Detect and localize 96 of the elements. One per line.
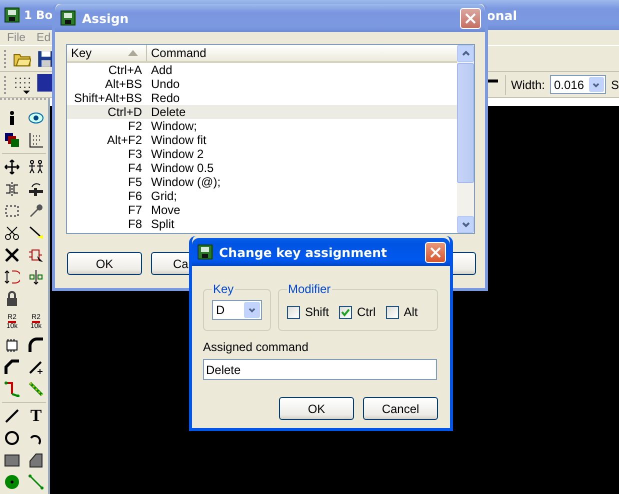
selection-icon[interactable] [4,203,20,219]
column-header[interactable]: Command [147,45,457,61]
scrollbar[interactable] [457,45,474,233]
key-cell-text: Alt+F2 [106,133,143,147]
command-cell-text: Window fit [150,133,206,147]
window-title: onal [486,8,517,22]
grid-icon[interactable] [28,132,44,148]
app-icon [60,10,76,26]
command-cell-text: Redo [150,91,180,105]
key-cell-text: F5 [126,175,143,189]
list-row[interactable]: F8 Split [67,217,457,231]
close-button[interactable] [460,8,481,28]
app-icon [197,244,213,260]
dialog-button[interactable]: OK [279,397,354,420]
dialog-button[interactable]: OK [67,252,142,275]
command-cell-text: Window 0.5 [150,161,214,175]
dialog-button[interactable]: Cancel [363,397,438,420]
polygon-icon[interactable] [28,452,44,468]
figures-icon[interactable] [28,159,44,175]
bevel-icon[interactable] [4,359,20,375]
command-cell-text: Window; [150,119,198,133]
command-cell-text: Undo [150,77,180,91]
command-cell-text: Split [150,217,174,231]
key-cell-text: F6 [126,189,143,203]
chip-icon[interactable] [4,337,20,353]
close-button[interactable] [425,242,446,262]
checkbox-label: Alt [404,305,418,319]
list-row[interactable]: F2 Window; [67,119,457,133]
group-label: Key [212,282,235,296]
list-row[interactable]: Ctrl+D Delete [67,105,457,119]
key-combo[interactable]: D [212,300,262,320]
checkbox[interactable] [339,306,352,318]
checkbox[interactable] [287,306,300,318]
key-cell-text: F3 [126,147,143,161]
group-label: Modifier [287,282,332,296]
list-row[interactable]: F6 Grid; [67,189,457,203]
list-row[interactable]: Alt+BS Undo [67,77,457,91]
window-title: 1 Bo [24,8,53,22]
width-combo[interactable]: 0.016 [550,75,606,94]
field-label: Assigned command [203,340,310,354]
wire-icon[interactable] [4,381,20,397]
column-header[interactable]: Key [67,45,147,61]
command-field[interactable]: Delete [203,359,437,380]
list-row[interactable]: F5 Window (@); [67,175,457,189]
command-cell-text: Add [150,63,172,77]
close-icon [430,246,441,258]
lock-icon[interactable] [4,291,20,307]
key-cell-text: F7 [126,203,143,217]
line-icon[interactable] [4,408,20,424]
pin-move-icon[interactable] [28,269,44,285]
key-cell-text: Ctrl+D [106,105,143,119]
list-row[interactable]: Ctrl+A Add [67,63,457,77]
close-icon [465,12,476,24]
list-row[interactable]: Shift+Alt+BS Redo [67,91,457,105]
move-icon[interactable] [4,159,20,175]
mirror-icon[interactable] [4,181,20,197]
stretch-icon[interactable] [4,269,20,285]
command-cell-text: Grid; [150,189,178,203]
command-cell-text: Window (@); [150,175,221,189]
key-cell-text: Alt+BS [104,77,143,91]
scroll-down-icon[interactable] [462,221,470,228]
layers-icon[interactable] [4,132,20,148]
grid-icon[interactable] [13,76,31,94]
scissors-icon[interactable] [4,225,20,241]
circle-icon[interactable] [4,430,20,446]
checkbox[interactable] [386,306,399,318]
pen-icon[interactable] [28,225,44,241]
eye-icon[interactable] [28,110,44,126]
delete-icon[interactable] [4,247,20,263]
checkbox-label: Shift [305,305,330,319]
key-cell-text: Ctrl+A [107,63,143,77]
toolbar-label: S [610,78,619,92]
command-cell-text: Window 2 [150,147,204,161]
rotate-icon[interactable] [28,181,44,197]
checkbox-label: Ctrl [357,305,376,319]
via-icon[interactable] [4,474,20,490]
hatched-rect-icon[interactable] [4,452,20,468]
app-icon [4,7,20,23]
list-row[interactable]: F4 Window 0.5 [67,161,457,175]
width-label: Width: [510,78,545,92]
key-cell-text: F8 [126,217,143,231]
list-row[interactable]: F7 Move [67,203,457,217]
key-cell-text: F4 [126,161,143,175]
key-cell-text: Shift+Alt+BS [72,91,143,105]
route-icon[interactable] [28,474,44,490]
command-cell-text: Move [150,203,180,217]
command-cell-text: Delete [150,105,186,119]
text-tool[interactable]: T [30,407,42,425]
list-row[interactable]: F3 Window 2 [67,147,457,161]
key-cell-text: F2 [126,119,143,133]
list-row[interactable]: Alt+F2 Window fit [67,133,457,147]
window-title: Assign [82,10,129,26]
line-plus-icon[interactable] [28,359,44,375]
scroll-up-icon[interactable] [462,50,470,57]
component-icon[interactable] [28,247,44,263]
rounded-corner-icon[interactable] [28,337,44,353]
